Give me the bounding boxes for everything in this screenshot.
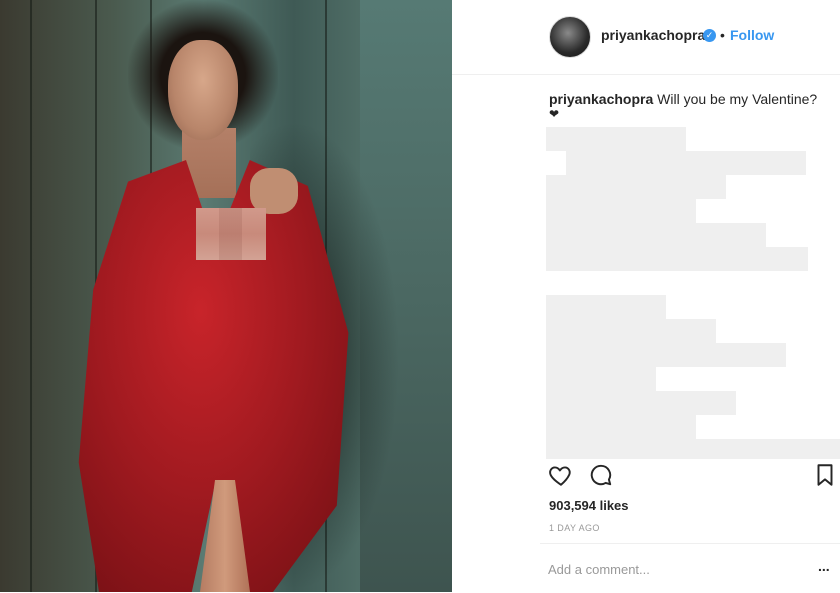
post-sidebar: priyankachopra ✓ • Follow priyankachopra… (452, 0, 840, 592)
blurred-comments (546, 127, 840, 459)
more-options-icon[interactable]: ... (818, 558, 830, 574)
blur-block (546, 295, 666, 319)
blur-block (546, 415, 696, 439)
post-photo[interactable] (0, 0, 452, 592)
caption: priyankachopra Will you be my Valentine? (549, 89, 829, 109)
comment-bar: ... (540, 543, 840, 593)
blur-block (546, 367, 656, 391)
post-header: priyankachopra ✓ • Follow (452, 0, 840, 75)
blur-block (566, 151, 806, 175)
caption-username[interactable]: priyankachopra (549, 91, 653, 107)
blur-block (546, 127, 686, 151)
verified-badge-icon: ✓ (703, 29, 716, 42)
avatar[interactable] (549, 16, 591, 58)
post-timestamp[interactable]: 1 DAY AGO (549, 523, 600, 533)
bookmark-icon[interactable] (812, 462, 838, 488)
comment-input[interactable] (548, 559, 808, 579)
caption-heart-emoji: ❤ (549, 107, 560, 121)
blur-block (546, 391, 736, 415)
blur-block (546, 223, 766, 247)
blur-block (546, 247, 808, 271)
face (168, 40, 238, 140)
blur-block (546, 343, 786, 367)
blur-block (546, 319, 716, 343)
username-link[interactable]: priyankachopra (601, 27, 705, 43)
heart-icon[interactable] (548, 462, 574, 488)
blur-block (546, 199, 696, 223)
action-bar (452, 462, 840, 492)
separator-dot: • (720, 27, 725, 43)
censor-pixelation (196, 208, 266, 260)
wood-plank-line (30, 0, 32, 592)
blur-block (546, 439, 840, 459)
caption-text: Will you be my Valentine? (657, 91, 818, 107)
blur-block (546, 175, 726, 199)
likes-count[interactable]: 903,594 likes (549, 498, 629, 513)
comment-icon[interactable] (588, 462, 614, 488)
follow-button[interactable]: Follow (730, 27, 774, 43)
